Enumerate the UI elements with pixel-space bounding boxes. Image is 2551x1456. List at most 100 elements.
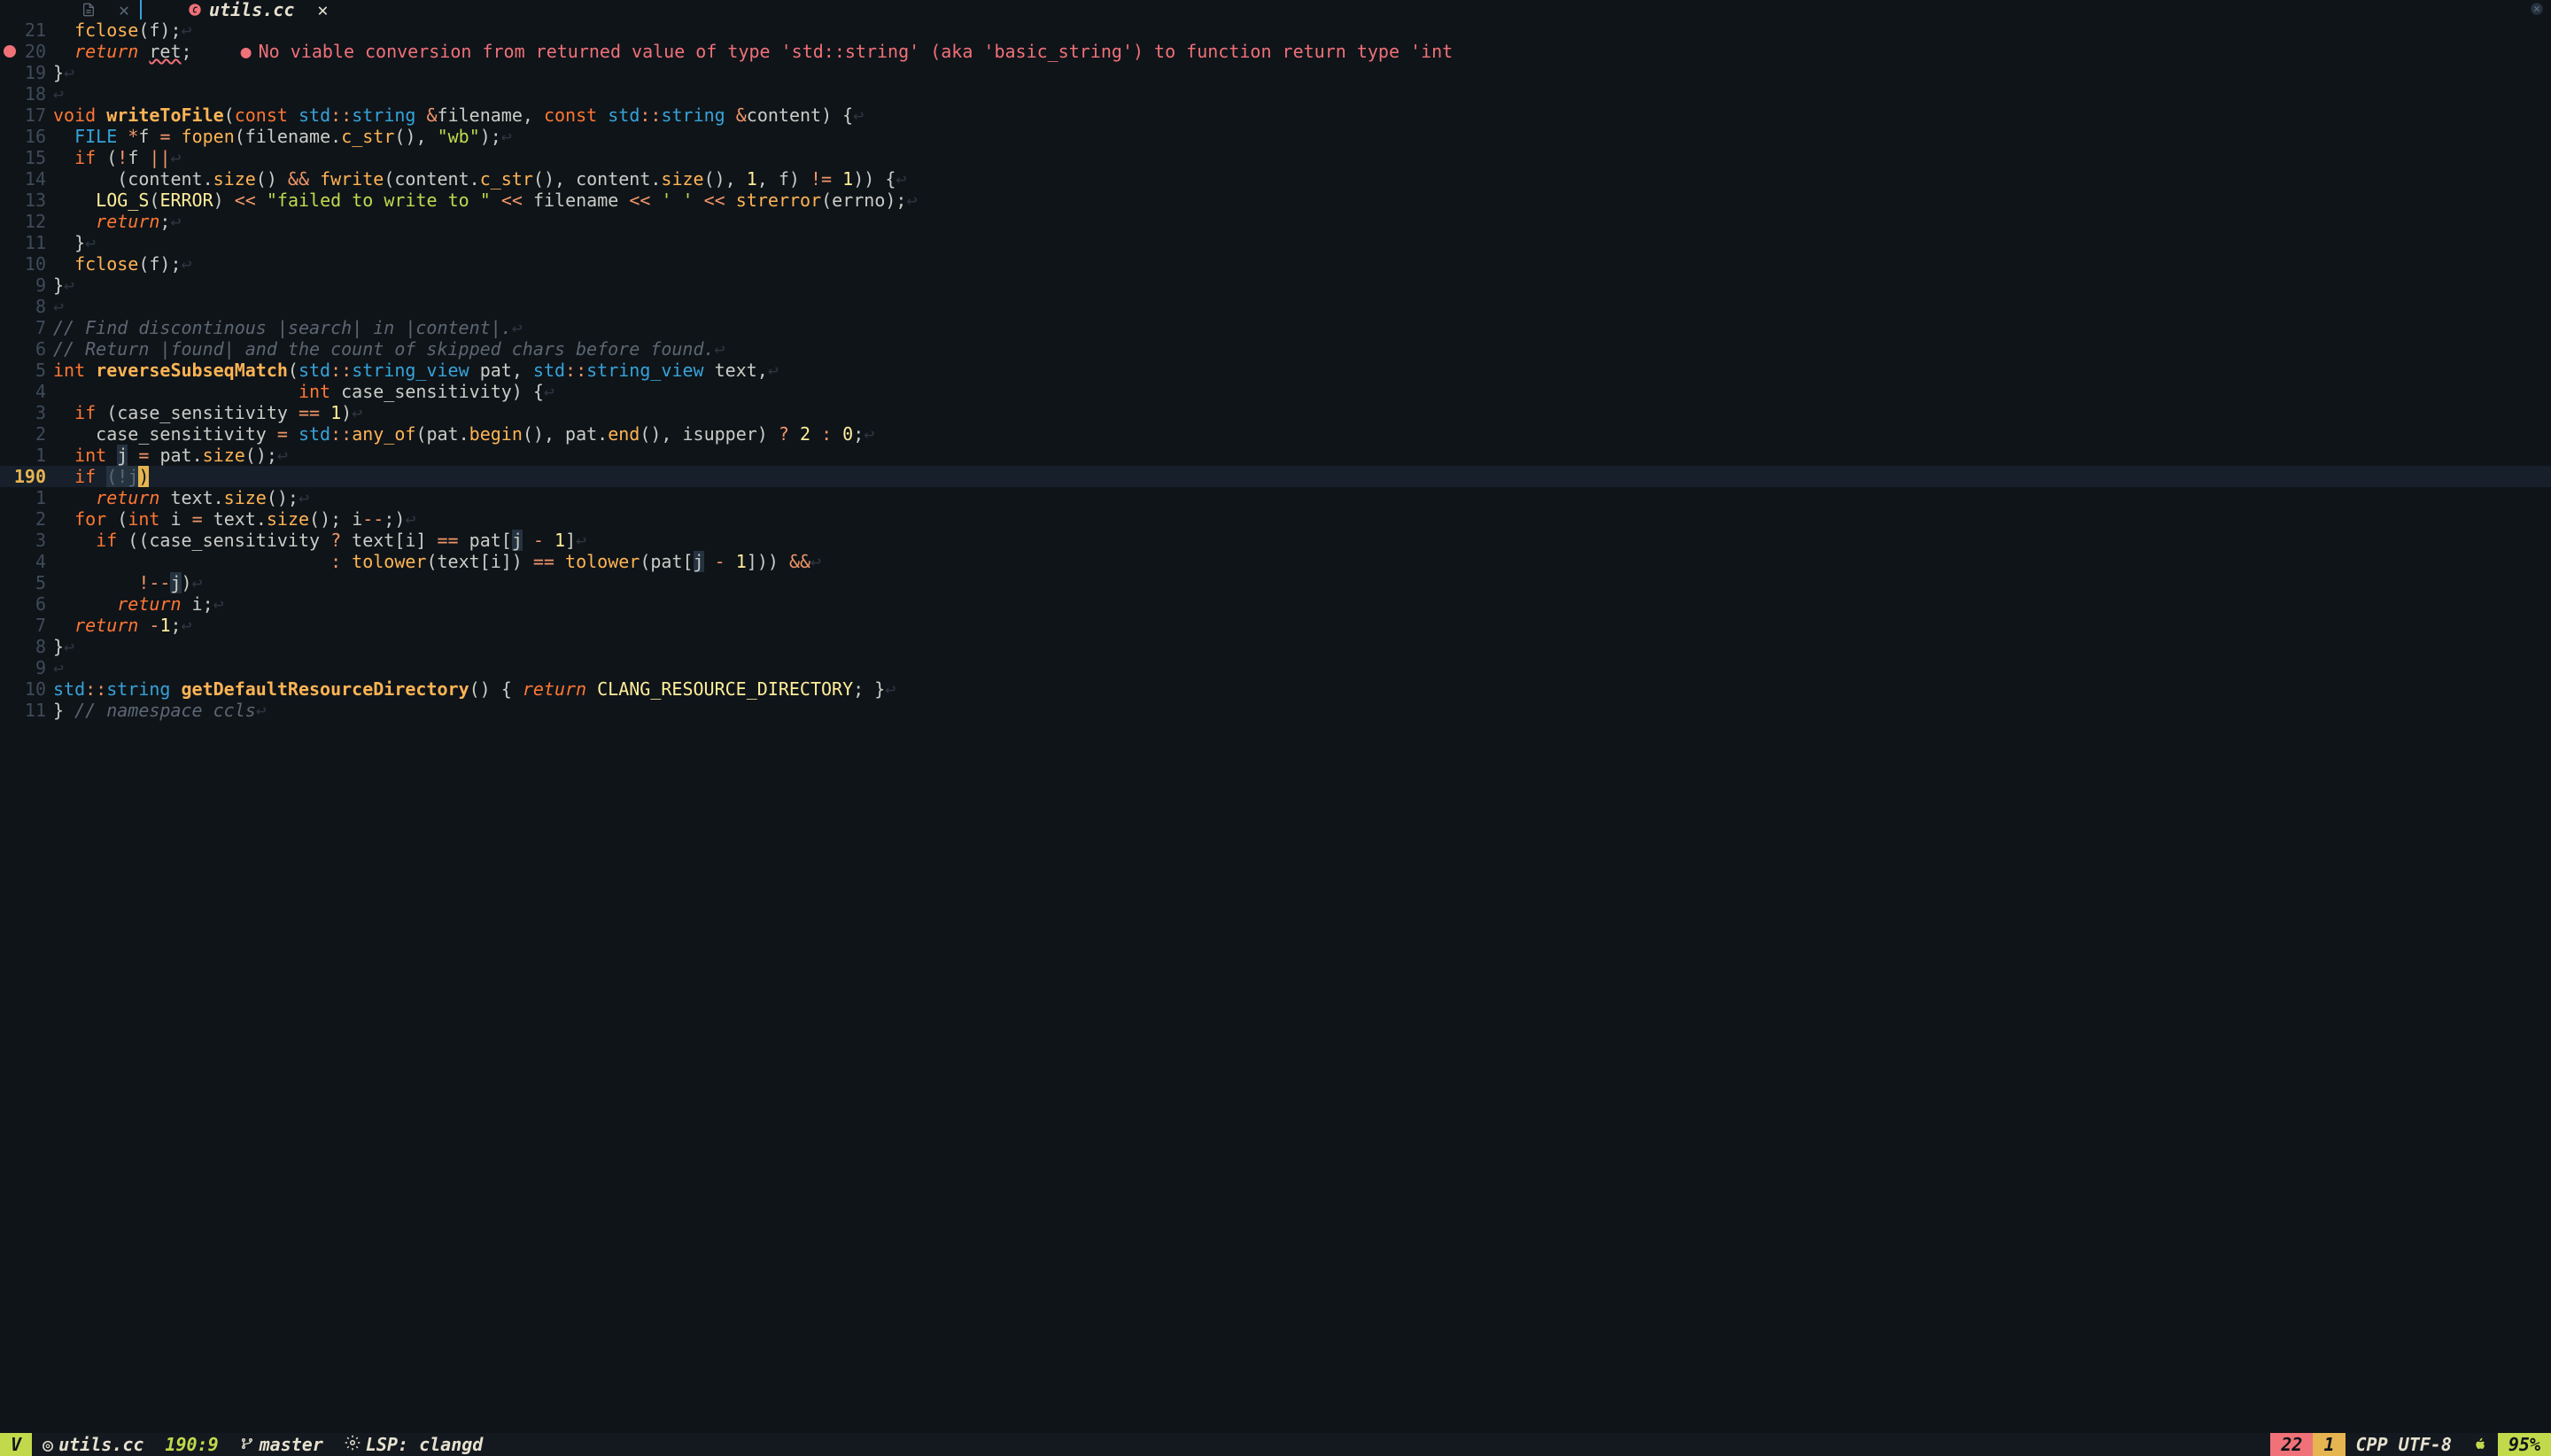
line-number: 4 [0, 551, 53, 572]
code-line[interactable]: 10 fclose(f);↩ [0, 253, 2551, 275]
code-content: if ((case_sensitivity ? text[i] == pat[j… [53, 530, 2551, 551]
line-number: 7 [0, 317, 53, 338]
code-line[interactable]: 4 : tolower(text[i]) == tolower(pat[j - … [0, 551, 2551, 572]
file-icon [81, 3, 96, 17]
code-line[interactable]: 16 FILE *f = fopen(filename.c_str(), "wb… [0, 126, 2551, 147]
code-content: ↩ [53, 83, 2551, 105]
code-line[interactable]: 3 if ((case_sensitivity ? text[i] == pat… [0, 530, 2551, 551]
code-content: int reverseSubseqMatch(std::string_view … [53, 360, 2551, 381]
code-content: : tolower(text[i]) == tolower(pat[j - 1]… [53, 551, 2551, 572]
line-number: 9 [0, 275, 53, 296]
code-line[interactable]: 12 return;↩ [0, 211, 2551, 232]
code-line[interactable]: 6 return i;↩ [0, 593, 2551, 615]
line-number: 1 [0, 445, 53, 466]
line-number: 13 [0, 190, 53, 211]
error-count[interactable]: 22 [2270, 1433, 2313, 1456]
code-content: return i;↩ [53, 593, 2551, 615]
code-content: int j = pat.size();↩ [53, 445, 2551, 466]
code-content: if (!j) [53, 466, 2551, 487]
line-number: 8 [0, 296, 53, 317]
tab-active[interactable]: C utils.cc ✕ [177, 0, 338, 19]
line-number: 5 [0, 572, 53, 593]
line-number: 19 [0, 62, 53, 83]
code-line[interactable]: 9}↩ [0, 275, 2551, 296]
line-number: 20 [0, 41, 53, 62]
line-number: 6 [0, 593, 53, 615]
status-file: ◎ utils.cc [32, 1433, 154, 1456]
code-content: LOG_S(ERROR) << "failed to write to " <<… [53, 190, 2551, 211]
code-content: return text.size();↩ [53, 487, 2551, 508]
line-number: 10 [0, 678, 53, 700]
code-content: }↩ [53, 62, 2551, 83]
line-number: 21 [0, 19, 53, 41]
code-line[interactable]: 19}↩ [0, 62, 2551, 83]
code-line[interactable]: 7 return -1;↩ [0, 615, 2551, 636]
mode-indicator: V [0, 1433, 32, 1456]
code-line[interactable]: 6// Return |found| and the count of skip… [0, 338, 2551, 360]
code-line[interactable]: 3 if (case_sensitivity == 1)↩ [0, 402, 2551, 423]
line-number: 12 [0, 211, 53, 232]
code-content: FILE *f = fopen(filename.c_str(), "wb");… [53, 126, 2551, 147]
code-line[interactable]: 20 return ret;●No viable conversion from… [0, 41, 2551, 62]
line-number: 14 [0, 168, 53, 190]
code-line[interactable]: 8}↩ [0, 636, 2551, 657]
code-line[interactable]: 8↩ [0, 296, 2551, 317]
code-area[interactable]: 21 fclose(f);↩20 return ret;●No viable c… [0, 19, 2551, 1433]
code-line[interactable]: 14 (content.size() && fwrite(content.c_s… [0, 168, 2551, 190]
close-icon[interactable]: ✕ [317, 0, 328, 20]
code-line[interactable]: 11 }↩ [0, 232, 2551, 253]
code-content: if (case_sensitivity == 1)↩ [53, 402, 2551, 423]
code-line[interactable]: 15 if (!f ||↩ [0, 147, 2551, 168]
line-number: 3 [0, 530, 53, 551]
code-content: ↩ [53, 657, 2551, 678]
line-number: 10 [0, 253, 53, 275]
code-line[interactable]: 9↩ [0, 657, 2551, 678]
code-content: int case_sensitivity) {↩ [53, 381, 2551, 402]
error-marker-icon [4, 45, 16, 58]
code-content: // Find discontinous |search| in |conten… [53, 317, 2551, 338]
cursor-position: 190:9 [154, 1433, 229, 1456]
line-number: 2 [0, 508, 53, 530]
code-line[interactable]: 1 int j = pat.size();↩ [0, 445, 2551, 466]
svg-text:C: C [192, 5, 198, 15]
filetype-indicator: CPP UTF-8 [2346, 1433, 2462, 1456]
line-number: 11 [0, 232, 53, 253]
line-number: 190 [0, 466, 53, 487]
cpp-file-icon: C [188, 3, 202, 17]
code-content: }↩ [53, 275, 2551, 296]
code-content: ↩ [53, 296, 2551, 317]
code-content: fclose(f);↩ [53, 253, 2551, 275]
line-number: 7 [0, 615, 53, 636]
code-line[interactable]: 2 for (int i = text.size(); i--;)↩ [0, 508, 2551, 530]
code-line[interactable]: 2 case_sensitivity = std::any_of(pat.beg… [0, 423, 2551, 445]
code-line[interactable]: 5int reverseSubseqMatch(std::string_view… [0, 360, 2551, 381]
editor[interactable]: 21 fclose(f);↩20 return ret;●No viable c… [0, 19, 2551, 1433]
code-line[interactable]: 5 !--j)↩ [0, 572, 2551, 593]
line-number: 16 [0, 126, 53, 147]
git-branch: master [229, 1433, 334, 1456]
code-line[interactable]: 21 fclose(f);↩ [0, 19, 2551, 41]
line-number: 1 [0, 487, 53, 508]
code-line[interactable]: 17void writeToFile(const std::string &fi… [0, 105, 2551, 126]
code-content: (content.size() && fwrite(content.c_str(… [53, 168, 2551, 190]
line-number: 18 [0, 83, 53, 105]
code-line[interactable]: 11} // namespace ccls↩ [0, 700, 2551, 721]
code-line[interactable]: 18↩ [0, 83, 2551, 105]
code-line[interactable]: 13 LOG_S(ERROR) << "failed to write to "… [0, 190, 2551, 211]
code-line[interactable]: 4 int case_sensitivity) {↩ [0, 381, 2551, 402]
code-line[interactable]: 1 return text.size();↩ [0, 487, 2551, 508]
code-line[interactable]: 190 if (!j) [0, 466, 2551, 487]
code-line[interactable]: 7// Find discontinous |search| in |conte… [0, 317, 2551, 338]
code-content: void writeToFile(const std::string &file… [53, 105, 2551, 126]
tab-separator [140, 0, 142, 19]
code-content: if (!f ||↩ [53, 147, 2551, 168]
gear-icon [345, 1434, 361, 1455]
line-number: 4 [0, 381, 53, 402]
close-icon[interactable]: ✕ [119, 0, 129, 20]
code-line[interactable]: 10std::string getDefaultResourceDirector… [0, 678, 2551, 700]
code-content: return;↩ [53, 211, 2551, 232]
close-pane-icon[interactable] [2530, 0, 2544, 20]
warning-count[interactable]: 1 [2313, 1433, 2345, 1456]
tab-inactive[interactable]: ✕ [71, 0, 140, 19]
code-content: fclose(f);↩ [53, 19, 2551, 41]
